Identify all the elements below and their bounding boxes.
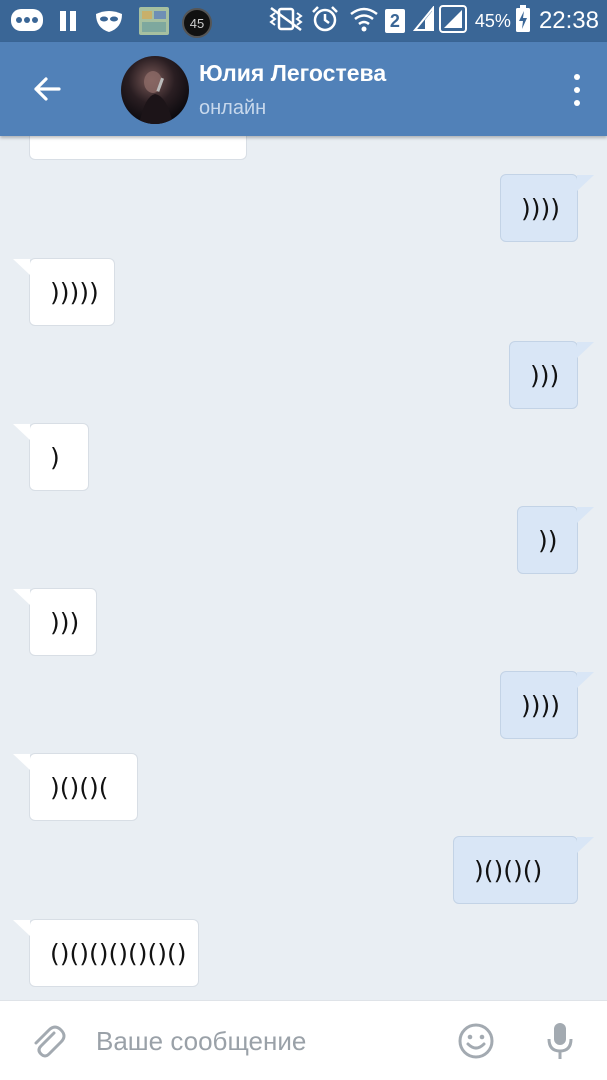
- status-bar-notifications: 45: [10, 6, 212, 40]
- message-bubble-outgoing[interactable]: )))): [500, 671, 594, 739]
- status-bar-system: 2 45% 22:38: [267, 4, 599, 38]
- status-bar: 45 2 45% 22:38: [0, 0, 607, 42]
- pause-icon: [58, 9, 78, 37]
- wifi-icon: [349, 5, 379, 37]
- signal-icon: [438, 5, 467, 37]
- mask-icon: [94, 8, 124, 38]
- message-bubble-incoming[interactable]: ()()()()()()(): [13, 919, 199, 987]
- message-list[interactable]: ))) )))) ))))) ))) ) )) ))) )))) )()()( …: [0, 136, 607, 1000]
- message-text: )()()(): [474, 855, 543, 885]
- message-text: )()()(: [50, 772, 109, 802]
- microphone-icon[interactable]: [544, 1019, 576, 1063]
- message-text: )): [538, 525, 558, 555]
- message-text: ))): [530, 360, 560, 390]
- message-bubble-outgoing[interactable]: ))): [509, 341, 594, 409]
- more-vertical-icon[interactable]: [567, 68, 587, 112]
- battery-percent: 45%: [474, 10, 511, 31]
- alarm-icon: [311, 5, 339, 37]
- message-text: )))): [521, 193, 561, 223]
- message-input[interactable]: [96, 1019, 426, 1063]
- number-badge-icon: 45: [182, 8, 212, 38]
- smiley-icon[interactable]: [456, 1021, 496, 1061]
- paperclip-icon[interactable]: [28, 1021, 68, 1061]
- clock: 22:38: [538, 7, 599, 34]
- message-bubble-outgoing[interactable]: )))): [500, 174, 594, 242]
- message-bubble-incoming[interactable]: ): [13, 423, 89, 491]
- message-text: ))))): [50, 277, 99, 307]
- message-bubble-incoming[interactable]: ))): [29, 136, 247, 160]
- messages-icon: [10, 6, 44, 40]
- battery-charging-icon: [515, 5, 531, 37]
- message-bubble-incoming[interactable]: ))): [13, 588, 97, 656]
- message-text: ()()()()()()(): [50, 938, 187, 968]
- chat-header: Юлия Легостева онлайн: [0, 42, 607, 136]
- online-status: онлайн: [199, 97, 267, 119]
- avatar[interactable]: [121, 56, 189, 124]
- message-bubble-incoming[interactable]: ))))): [13, 258, 115, 326]
- chat-title[interactable]: Юлия Легостева: [199, 60, 386, 87]
- message-bubble-incoming[interactable]: )()()(: [13, 753, 138, 821]
- message-bubble-outgoing[interactable]: )): [517, 506, 594, 574]
- vibrate-icon: [267, 6, 305, 36]
- signal-icon: [412, 5, 435, 36]
- app-thumbnail-icon: [138, 6, 170, 40]
- arrow-left-icon: [34, 77, 61, 101]
- message-text: ))): [50, 607, 80, 637]
- message-composer: [0, 1000, 607, 1080]
- sim-2-icon: 2: [384, 9, 405, 33]
- back-button[interactable]: [22, 64, 72, 114]
- message-bubble-outgoing[interactable]: )()()(): [453, 836, 594, 904]
- message-text: )))): [521, 690, 561, 720]
- message-text: ): [50, 442, 60, 472]
